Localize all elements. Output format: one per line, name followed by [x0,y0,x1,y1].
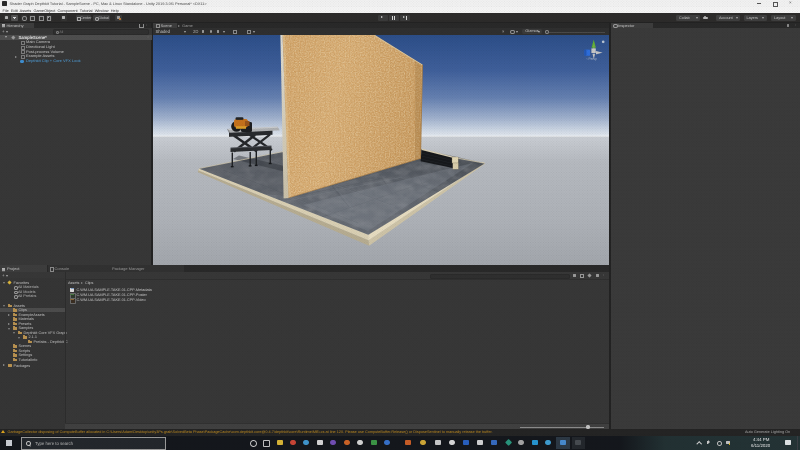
svg-text:‹ Persp: ‹ Persp [587,57,598,61]
